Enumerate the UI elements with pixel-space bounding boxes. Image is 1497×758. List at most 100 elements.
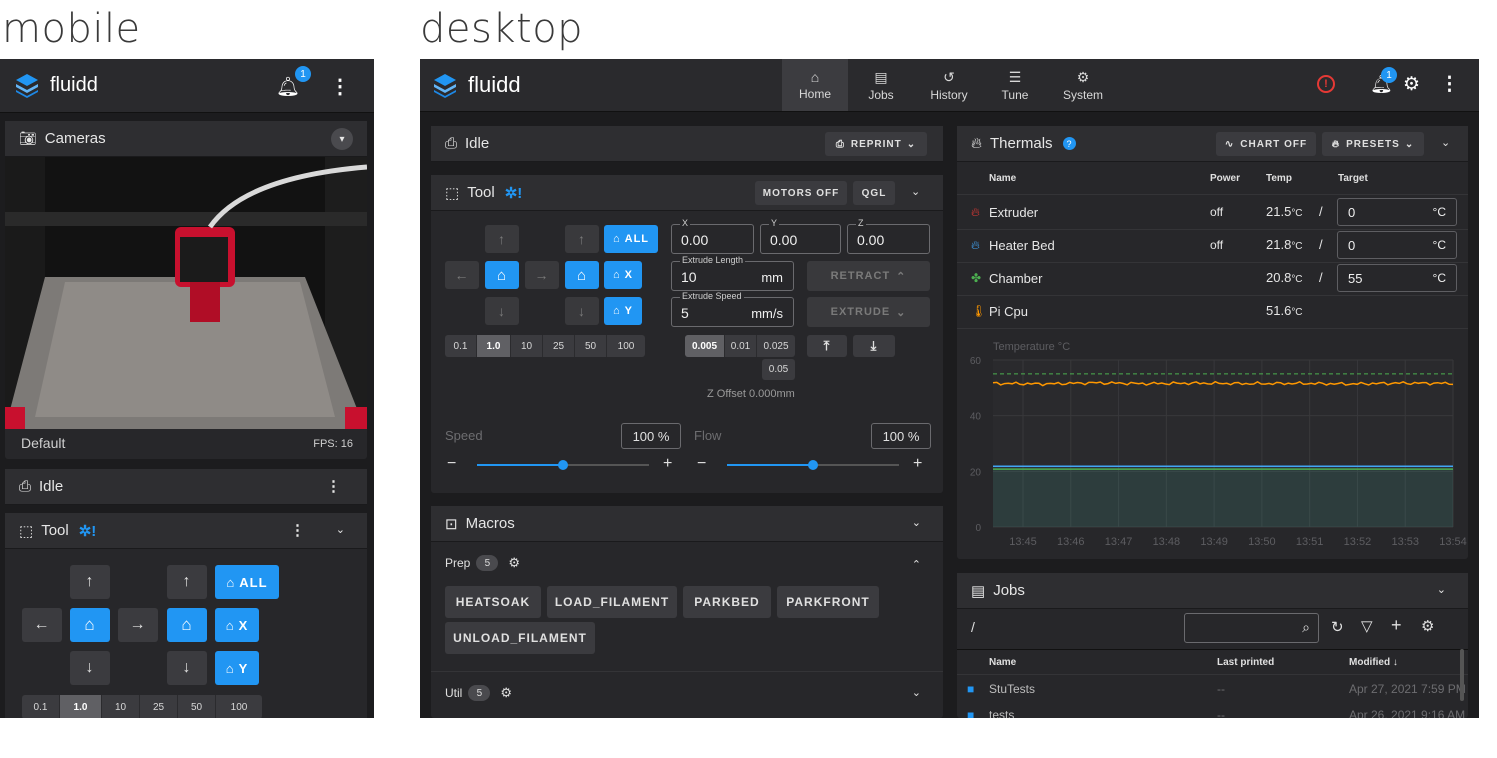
step-option[interactable]: 50 [178, 695, 216, 718]
brand[interactable]: fluidd [432, 72, 521, 98]
jog-y-plus-button[interactable]: ↑ [485, 225, 519, 253]
z-position-field[interactable]: Z 0.00 [847, 218, 930, 254]
home-xy-button[interactable]: ⌂ [485, 261, 519, 289]
macro-button[interactable]: PARKBED [683, 586, 771, 618]
flow-increase-icon[interactable]: + [913, 455, 922, 473]
scrollbar[interactable] [1460, 649, 1464, 701]
nav-jobs[interactable]: ▤ Jobs [848, 59, 914, 111]
extrude-speed-field[interactable]: Extrude Speed 5 mm/s [671, 291, 794, 327]
macro-button[interactable]: UNLOAD_FILAMENT [445, 622, 595, 654]
z-step-selector-row2[interactable]: 0.05 [762, 359, 795, 380]
home-y-button[interactable]: ⌂ Y [604, 297, 642, 325]
home-z-button[interactable]: ⌂ [565, 261, 599, 289]
speed-slider-track[interactable] [477, 460, 649, 470]
step-option[interactable]: 50 [575, 335, 607, 357]
gear-icon[interactable]: ⚙ [1403, 73, 1420, 96]
gear-icon[interactable]: ⚙ [508, 555, 520, 571]
file-row[interactable]: ■ tests -- Apr 26, 2021 9:16 AM [957, 703, 1468, 718]
nav-system[interactable]: ⚙ System [1050, 59, 1116, 111]
home-all-button[interactable]: ⌂ ALL [215, 565, 279, 599]
retract-button[interactable]: RETRACT ⌃ [807, 261, 930, 291]
jog-y-minus-button[interactable]: ↓ [485, 297, 519, 325]
refresh-icon[interactable]: ↻ [1331, 618, 1344, 636]
step-option[interactable]: 0.1 [22, 695, 60, 718]
step-option[interactable]: 10 [102, 695, 140, 718]
step-option[interactable]: 100 [216, 695, 262, 718]
z-step-option[interactable]: 0.025 [757, 335, 795, 357]
more-vert-icon[interactable]: ⋮ [1440, 73, 1459, 96]
y-position-field[interactable]: Y 0.00 [760, 218, 841, 254]
home-y-button[interactable]: ⌂ Y [215, 651, 259, 685]
nav-home[interactable]: ⌂ Home [782, 59, 848, 111]
z-step-option[interactable]: 0.005 [685, 335, 725, 357]
extrude-button[interactable]: EXTRUDE ⌄ [807, 297, 930, 327]
chevron-down-icon[interactable]: ⌄ [911, 185, 920, 198]
home-all-button[interactable]: ⌂ ALL [604, 225, 658, 253]
chevron-down-icon[interactable]: ⌄ [912, 516, 921, 529]
z-step-option[interactable]: 0.01 [725, 335, 757, 357]
more-vert-icon[interactable]: ⋮ [330, 74, 350, 99]
brand[interactable]: fluidd [14, 72, 98, 98]
jog-y-plus-button[interactable]: ↑ [70, 565, 110, 599]
chevron-down-icon[interactable]: ⌄ [1437, 583, 1446, 596]
chevron-down-icon[interactable]: ⌄ [336, 523, 345, 536]
flow-decrease-icon[interactable]: − [697, 455, 706, 473]
z-offset-down-button[interactable]: ⤓ [853, 335, 895, 357]
speed-slider-thumb[interactable] [557, 460, 568, 470]
flow-slider-thumb[interactable] [807, 460, 818, 470]
flow-input[interactable]: 100 % [871, 423, 931, 449]
target-temp-input[interactable]: 55 °C [1337, 264, 1457, 292]
gear-icon[interactable]: ⚙ [500, 685, 512, 701]
nav-tune[interactable]: ☰ Tune [982, 59, 1048, 111]
macro-button[interactable]: PARKFRONT [777, 586, 879, 618]
home-xy-button[interactable]: ⌂ [70, 608, 110, 642]
presets-button[interactable]: 🔥︎ PRESETS ⌄ [1322, 132, 1424, 156]
macro-group-prep[interactable]: Prep 5 ⚙ [445, 555, 520, 571]
home-z-button[interactable]: ⌂ [167, 608, 207, 642]
home-x-button[interactable]: ⌂ X [215, 608, 259, 642]
z-offset-up-button[interactable]: ⤒ [807, 335, 847, 357]
jog-z-minus-button[interactable]: ↓ [565, 297, 599, 325]
chevron-down-icon[interactable]: ⌄ [1441, 136, 1450, 149]
jog-x-plus-button[interactable]: → [118, 608, 158, 642]
step-selector[interactable]: 0.1 1.0 10 25 50 100 [445, 335, 645, 357]
jog-z-plus-button[interactable]: ↑ [565, 225, 599, 253]
nav-history[interactable]: ↺ History [916, 59, 982, 111]
chevron-down-icon[interactable]: ⌄ [912, 686, 921, 699]
jog-z-plus-button[interactable]: ↑ [167, 565, 207, 599]
file-search-input[interactable]: ⌕ [1184, 613, 1319, 643]
macro-button[interactable]: HEATSOAK [445, 586, 541, 618]
speed-decrease-icon[interactable]: − [447, 455, 456, 473]
z-step-selector[interactable]: 0.005 0.01 0.025 [685, 335, 795, 357]
speed-input[interactable]: 100 % [621, 423, 681, 449]
macro-button[interactable]: LOAD_FILAMENT [547, 586, 677, 618]
add-icon[interactable]: + [1391, 615, 1402, 636]
chart-off-button[interactable]: ∿ CHART OFF [1216, 132, 1316, 156]
file-row[interactable]: ■ StuTests -- Apr 27, 2021 7:59 PM [957, 677, 1468, 703]
jog-x-minus-button[interactable]: ← [445, 261, 479, 289]
step-option[interactable]: 0.1 [445, 335, 477, 357]
qgl-button[interactable]: QGL [853, 181, 895, 205]
motors-off-button[interactable]: MOTORS OFF [755, 181, 847, 205]
more-vert-icon[interactable]: ⋮ [326, 477, 341, 495]
more-vert-icon[interactable]: ⋮ [290, 521, 305, 539]
x-position-field[interactable]: X 0.00 [671, 218, 754, 254]
jog-x-plus-button[interactable]: → [525, 261, 559, 289]
jog-x-minus-button[interactable]: ← [22, 608, 62, 642]
collapse-icon[interactable]: ▾ [331, 128, 353, 150]
extrude-length-field[interactable]: Extrude Length 10 mm [671, 255, 794, 291]
step-option[interactable]: 1.0 [60, 695, 102, 718]
macro-group-util[interactable]: Util 5 ⚙ [445, 685, 512, 701]
jog-y-minus-button[interactable]: ↓ [70, 651, 110, 685]
filter-icon[interactable]: ▽ [1361, 617, 1373, 635]
help-icon[interactable]: ? [1062, 137, 1076, 150]
flow-slider-track[interactable] [727, 460, 899, 470]
step-option[interactable]: 100 [607, 335, 645, 357]
step-option[interactable]: 10 [511, 335, 543, 357]
reprint-button[interactable]: ⎙ REPRINT ⌄ [825, 132, 927, 156]
step-option[interactable]: 1.0 [477, 335, 511, 357]
speed-increase-icon[interactable]: + [663, 455, 672, 473]
mobile-step-selector[interactable]: 0.1 1.0 10 25 50 100 [22, 695, 262, 718]
step-option[interactable]: 25 [543, 335, 575, 357]
target-temp-input[interactable]: 0 °C [1337, 231, 1457, 259]
